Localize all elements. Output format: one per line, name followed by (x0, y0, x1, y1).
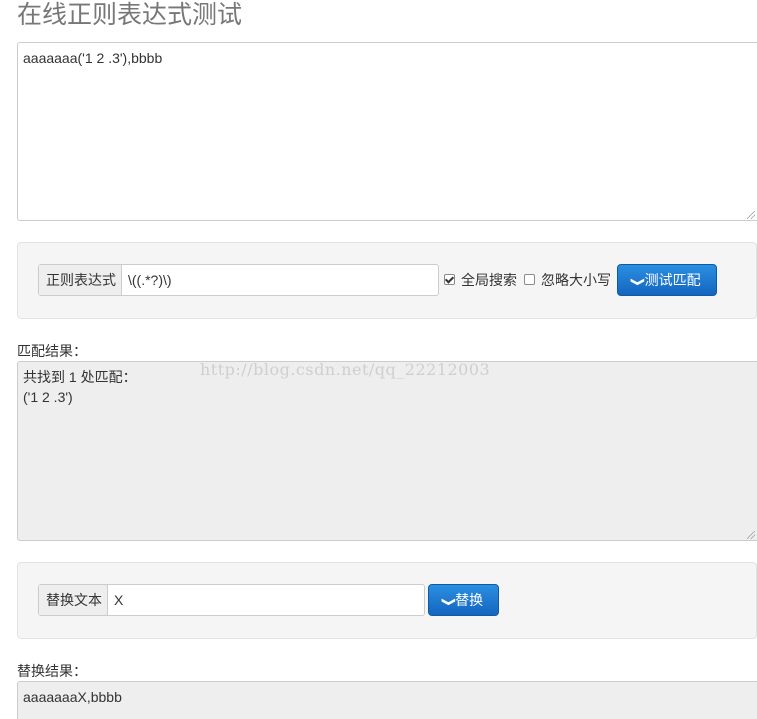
replace-input[interactable]: X (108, 585, 424, 615)
test-match-button[interactable]: ❯测试匹配 (617, 264, 717, 296)
chevron-down-icon: ❯ (441, 597, 456, 607)
replace-button[interactable]: ❯替换 (428, 584, 499, 616)
source-text-input[interactable]: aaaaaaa('1 2 .3'),bbbb (17, 42, 757, 221)
page-title: 在线正则表达式测试 (17, 0, 243, 29)
regex-input[interactable]: \((.*?)\) (122, 265, 438, 295)
match-result-label: 匹配结果： (17, 343, 87, 359)
source-resize-grip[interactable] (747, 211, 755, 219)
regex-input-group: 正则表达式 \((.*?)\) (38, 264, 439, 296)
regex-panel: 正则表达式 \((.*?)\) 全局搜索 忽略大小写 ❯测试匹配 (17, 242, 757, 319)
replace-result-output[interactable]: aaaaaaaX,bbbb (17, 681, 757, 719)
regex-addon-label: 正则表达式 (39, 265, 122, 295)
watermark: http://blog.csdn.net/qq_22212003 (200, 360, 491, 379)
ignore-case-checkbox[interactable] (524, 274, 535, 285)
replace-input-group: 替换文本 X (38, 584, 425, 616)
global-search-label[interactable]: 全局搜索 (461, 271, 517, 289)
page: 在线正则表达式测试 aaaaaaa('1 2 .3'),bbbb 正则表达式 \… (0, 0, 757, 719)
result-resize-grip[interactable] (747, 531, 755, 539)
match-result-output[interactable]: 共找到 1 处匹配： ('1 2 .3') (17, 361, 757, 541)
global-search-checkbox[interactable] (444, 274, 455, 285)
replace-panel: 替换文本 X ❯替换 (17, 562, 757, 639)
replace-result-label: 替换结果： (17, 663, 87, 679)
chevron-down-icon: ❯ (630, 277, 646, 287)
replace-addon-label: 替换文本 (39, 585, 108, 615)
ignore-case-label[interactable]: 忽略大小写 (541, 271, 611, 289)
